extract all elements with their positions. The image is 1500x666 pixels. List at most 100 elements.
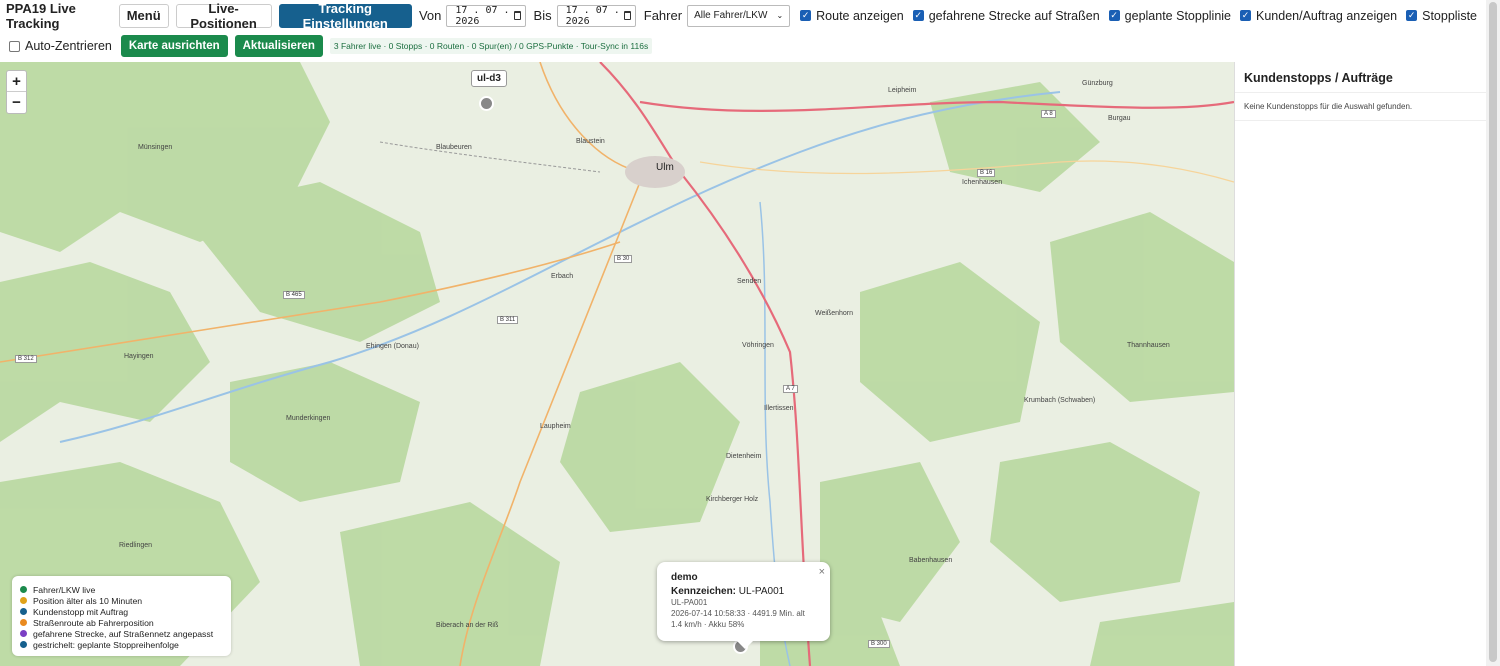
place-label: Günzburg bbox=[1082, 80, 1113, 87]
checkbox-label: Stoppliste bbox=[1422, 8, 1478, 23]
calendar-icon[interactable] bbox=[623, 11, 631, 20]
place-label: Vöhringen bbox=[742, 342, 774, 349]
place-label: Burgau bbox=[1108, 115, 1131, 122]
second-toolbar: Auto-Zentrieren Karte ausrichten Aktuali… bbox=[0, 32, 1486, 60]
zoom-control: + − bbox=[6, 70, 27, 114]
page-scrollbar[interactable] bbox=[1486, 0, 1500, 666]
place-label: Ichenhausen bbox=[962, 179, 1003, 186]
checkbox-label: gefahrene Strecke auf Straßen bbox=[928, 8, 1100, 23]
chevron-down-icon: ⌄ bbox=[776, 11, 784, 20]
place-label: Krumbach (Schwaben) bbox=[1024, 397, 1096, 404]
refresh-button[interactable]: Aktualisieren bbox=[234, 35, 323, 57]
panel-empty-text: Keine Kundenstopps für die Auswahl gefun… bbox=[1235, 93, 1486, 121]
legend-item: Straßenroute ab Fahrerposition bbox=[20, 617, 223, 628]
map-canvas[interactable]: Ulm Günzburg Leipheim Burgau Blaustein B… bbox=[0, 62, 1234, 666]
legend-dot-icon bbox=[20, 586, 27, 593]
legend-item: gefahrene Strecke, auf Straßennetz angep… bbox=[20, 628, 223, 639]
panel-title: Kundenstopps / Aufträge bbox=[1235, 62, 1486, 93]
to-date-input[interactable]: 17 . 07 . 2026 bbox=[556, 4, 636, 27]
from-label: Von bbox=[418, 8, 442, 23]
road-label: A 8 bbox=[1041, 110, 1056, 118]
road-label: B 30 bbox=[614, 255, 633, 263]
from-date-input[interactable]: 17 . 07 . 2026 bbox=[446, 4, 526, 27]
legend-dot-icon bbox=[20, 597, 27, 604]
popup-line: 2026-07-14 10:58:33 · 4491.9 Min. alt bbox=[671, 609, 805, 618]
legend-item: Kundenstopp mit Auftrag bbox=[20, 606, 223, 617]
place-label: Münsingen bbox=[138, 144, 173, 151]
place-label: Dietenheim bbox=[726, 453, 762, 460]
vehicle-popup: × demo Kennzeichen: UL-PA001 UL-PA001 20… bbox=[657, 562, 830, 649]
planned-stopline-checkbox[interactable]: ✓ geplante Stopplinie bbox=[1108, 8, 1232, 23]
from-date-value: 17 . 07 . 2026 bbox=[455, 4, 510, 27]
place-label: Munderkingen bbox=[286, 415, 331, 422]
map-legend: Fahrer/LKW live Position älter als 10 Mi… bbox=[12, 576, 231, 656]
route-checkbox[interactable]: ✓ Route anzeigen bbox=[800, 9, 904, 23]
road-label: B 311 bbox=[497, 316, 519, 324]
zoom-in-button[interactable]: + bbox=[7, 71, 26, 92]
road-label: B 300 bbox=[868, 640, 890, 648]
checkbox-checked-icon: ✓ bbox=[1240, 10, 1252, 21]
top-toolbar: PPA19 Live Tracking Menü Live-Positionen… bbox=[0, 0, 1486, 31]
close-icon[interactable]: × bbox=[819, 566, 825, 578]
place-label: Weißenhorn bbox=[815, 310, 854, 317]
legend-dot-icon bbox=[20, 608, 27, 615]
vehicle-marker[interactable] bbox=[479, 96, 494, 111]
place-label: Riedlingen bbox=[119, 542, 153, 549]
customer-order-checkbox[interactable]: ✓ Kunden/Auftrag anzeigen bbox=[1240, 9, 1397, 23]
place-label: Hayingen bbox=[124, 353, 154, 360]
vehicle-marker-label: ul-d3 bbox=[471, 70, 507, 87]
scrollbar-thumb[interactable] bbox=[1489, 2, 1497, 662]
place-label: Senden bbox=[737, 278, 762, 285]
driver-label: Fahrer bbox=[643, 8, 683, 23]
road-label: A 7 bbox=[783, 385, 798, 393]
checkbox-checked-icon: ✓ bbox=[912, 10, 924, 21]
status-text: 3 Fahrer live · 0 Stopps · 0 Routen · 0 … bbox=[329, 38, 653, 54]
popup-tip bbox=[737, 641, 753, 649]
place-label: Ulm bbox=[656, 162, 674, 173]
checkbox-label: Kunden/Auftrag anzeigen bbox=[1256, 8, 1398, 23]
checkbox-checked-icon: ✓ bbox=[1108, 10, 1120, 21]
legend-item: gestrichelt: geplante Stoppreihenfolge bbox=[20, 639, 223, 650]
place-label: Biberach an der Riß bbox=[436, 622, 499, 629]
place-label: Thannhausen bbox=[1127, 342, 1170, 349]
checkbox-label: Route anzeigen bbox=[816, 8, 904, 23]
fit-map-button[interactable]: Karte ausrichten bbox=[120, 35, 228, 57]
calendar-icon[interactable] bbox=[513, 11, 521, 20]
app-title: PPA19 Live Tracking bbox=[6, 0, 76, 31]
legend-item: Position älter als 10 Minuten bbox=[20, 595, 223, 606]
driver-select-value: Alle Fahrer/LKW bbox=[694, 10, 768, 21]
popup-line: 1.4 km/h · Akku 58% bbox=[671, 620, 745, 629]
menu-button[interactable]: Menü bbox=[118, 3, 169, 28]
place-label: Blaubeuren bbox=[436, 144, 472, 151]
driver-select[interactable]: Alle Fahrer/LKW ⌄ bbox=[687, 4, 791, 27]
checkbox-checked-icon: ✓ bbox=[1406, 10, 1418, 21]
driven-route-checkbox[interactable]: ✓ gefahrene Strecke auf Straßen bbox=[912, 8, 1100, 23]
place-label: Ehingen (Donau) bbox=[366, 343, 419, 350]
legend-dot-icon bbox=[20, 630, 27, 637]
to-date-value: 17 . 07 . 2026 bbox=[565, 4, 620, 27]
popup-title: demo bbox=[671, 572, 698, 583]
place-label: Laupheim bbox=[540, 423, 571, 430]
place-label: Erbach bbox=[551, 273, 574, 280]
popup-plate: Kennzeichen: UL-PA001 bbox=[671, 586, 785, 597]
checkbox-label: Auto-Zentrieren bbox=[25, 39, 112, 53]
to-label: Bis bbox=[533, 8, 552, 23]
auto-center-checkbox[interactable]: Auto-Zentrieren bbox=[9, 39, 112, 53]
checkbox-unchecked-icon bbox=[9, 40, 20, 52]
legend-dot-icon bbox=[20, 619, 27, 626]
stop-list-checkbox[interactable]: ✓ Stoppliste bbox=[1406, 9, 1477, 23]
tracking-settings-button[interactable]: Tracking Einstellungen bbox=[278, 1, 412, 31]
place-label: Illertissen bbox=[764, 405, 794, 412]
legend-item: Fahrer/LKW live bbox=[20, 584, 223, 595]
checkbox-checked-icon: ✓ bbox=[800, 10, 812, 21]
zoom-out-button[interactable]: − bbox=[7, 92, 26, 113]
popup-line: UL-PA001 bbox=[671, 598, 708, 607]
legend-dot-icon bbox=[20, 641, 27, 648]
customer-stops-panel: Kundenstopps / Aufträge Keine Kundenstop… bbox=[1234, 62, 1486, 666]
road-label: B 312 bbox=[15, 355, 37, 363]
live-positions-button[interactable]: Live-Positionen bbox=[175, 1, 272, 31]
road-label: B 465 bbox=[283, 291, 305, 299]
checkbox-label: geplante Stopplinie bbox=[1124, 8, 1232, 23]
place-label: Blaustein bbox=[576, 138, 605, 145]
road-label: B 16 bbox=[977, 169, 996, 177]
